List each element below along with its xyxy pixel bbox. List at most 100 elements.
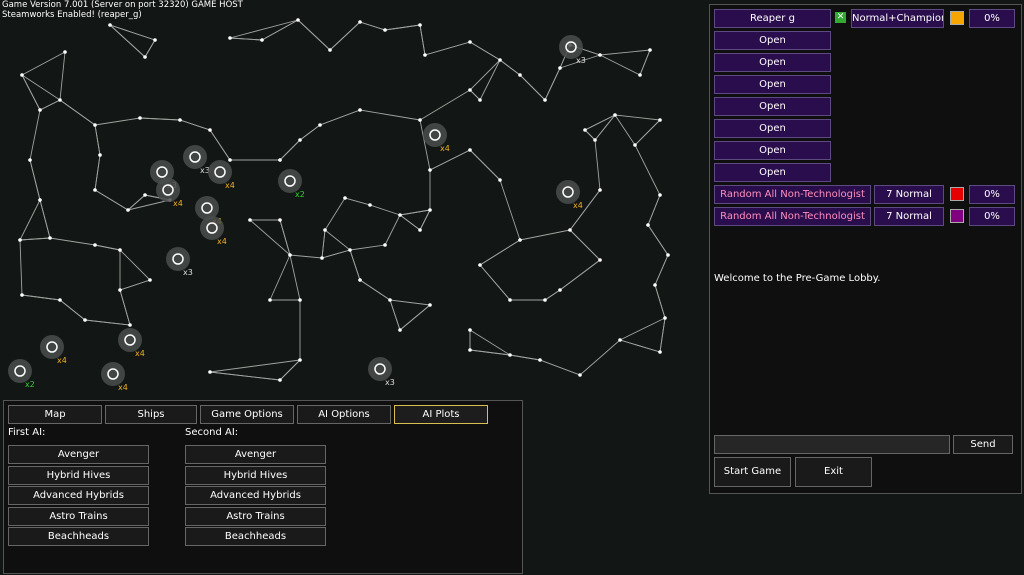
star-node[interactable] [296, 18, 300, 22]
star-node[interactable] [508, 298, 512, 302]
star-node[interactable] [428, 303, 432, 307]
star-node[interactable] [478, 98, 482, 102]
ai-slot-2-type-button[interactable]: Random All Non-Technologist [714, 207, 871, 226]
star-node[interactable] [28, 158, 32, 162]
planet-marker[interactable]: x4 [118, 328, 145, 358]
star-node[interactable] [646, 223, 650, 227]
open-slot-button[interactable]: Open [714, 97, 831, 116]
planet-marker[interactable]: x2 [278, 169, 305, 199]
star-node[interactable] [298, 138, 302, 142]
star-node[interactable] [398, 213, 402, 217]
star-node[interactable] [418, 118, 422, 122]
send-button[interactable]: Send [953, 435, 1013, 454]
second-ai-plot-advanced-hybrids[interactable]: Advanced Hybrids [185, 486, 326, 505]
ai-slot-1-handicap-button[interactable]: 0% [969, 185, 1015, 204]
star-node[interactable] [118, 288, 122, 292]
star-node[interactable] [178, 118, 182, 122]
planet-marker[interactable]: x4 [40, 335, 67, 365]
star-node[interactable] [208, 370, 212, 374]
star-node[interactable] [578, 373, 582, 377]
planet-marker[interactable]: x2 [8, 359, 35, 389]
ai-slot-1-difficulty-button[interactable]: 7 Normal [874, 185, 944, 204]
star-node[interactable] [118, 248, 122, 252]
star-node[interactable] [543, 298, 547, 302]
star-node[interactable] [348, 248, 352, 252]
ai-slot-1-type-button[interactable]: Random All Non-Technologist [714, 185, 871, 204]
open-slot-button[interactable]: Open [714, 53, 831, 72]
star-node[interactable] [328, 48, 332, 52]
star-node[interactable] [358, 278, 362, 282]
open-slot-button[interactable]: Open [714, 119, 831, 138]
planet-marker[interactable]: x4 [101, 362, 128, 392]
star-node[interactable] [343, 196, 347, 200]
star-node[interactable] [383, 243, 387, 247]
star-node[interactable] [288, 253, 292, 257]
star-node[interactable] [558, 288, 562, 292]
star-node[interactable] [278, 378, 282, 382]
star-node[interactable] [538, 358, 542, 362]
planet-marker[interactable]: x4 [208, 160, 235, 190]
star-node[interactable] [498, 58, 502, 62]
ready-checkbox[interactable]: ✕ [835, 12, 846, 23]
star-node[interactable] [568, 228, 572, 232]
star-node[interactable] [468, 148, 472, 152]
star-node[interactable] [398, 328, 402, 332]
star-node[interactable] [543, 98, 547, 102]
planet-marker[interactable]: x4 [423, 123, 450, 153]
exit-button[interactable]: Exit [795, 457, 872, 487]
star-node[interactable] [38, 198, 42, 202]
star-node[interactable] [558, 66, 562, 70]
star-node[interactable] [598, 53, 602, 57]
chat-input[interactable] [714, 435, 950, 454]
first-ai-plot-beachheads[interactable]: Beachheads [8, 527, 149, 546]
star-node[interactable] [423, 53, 427, 57]
star-node[interactable] [20, 73, 24, 77]
open-slot-button[interactable]: Open [714, 75, 831, 94]
ai-slot-2-color-swatch[interactable] [950, 209, 964, 223]
star-node[interactable] [143, 55, 147, 59]
tab-ai-plots[interactable]: AI Plots [394, 405, 488, 424]
star-node[interactable] [468, 328, 472, 332]
star-node[interactable] [663, 316, 667, 320]
star-node[interactable] [368, 203, 372, 207]
star-node[interactable] [468, 40, 472, 44]
star-node[interactable] [48, 236, 52, 240]
star-node[interactable] [428, 168, 432, 172]
star-node[interactable] [298, 298, 302, 302]
star-node[interactable] [153, 38, 157, 42]
star-node[interactable] [428, 208, 432, 212]
second-ai-plot-avenger[interactable]: Avenger [185, 445, 326, 464]
star-node[interactable] [320, 256, 324, 260]
first-ai-plot-hybrid-hives[interactable]: Hybrid Hives [8, 466, 149, 485]
star-node[interactable] [58, 298, 62, 302]
first-ai-plot-astro-trains[interactable]: Astro Trains [8, 507, 149, 526]
star-node[interactable] [383, 28, 387, 32]
first-ai-plot-advanced-hybrids[interactable]: Advanced Hybrids [8, 486, 149, 505]
star-node[interactable] [658, 350, 662, 354]
planet-marker[interactable]: x4 [156, 178, 183, 208]
tab-game-options[interactable]: Game Options [200, 405, 294, 424]
open-slot-button[interactable]: Open [714, 31, 831, 50]
tab-ai-options[interactable]: AI Options [297, 405, 391, 424]
star-node[interactable] [358, 108, 362, 112]
star-node[interactable] [228, 158, 232, 162]
star-node[interactable] [248, 218, 252, 222]
star-node[interactable] [108, 23, 112, 27]
star-node[interactable] [498, 178, 502, 182]
star-node[interactable] [418, 228, 422, 232]
start-game-button[interactable]: Start Game [714, 457, 791, 487]
star-node[interactable] [618, 338, 622, 342]
planet-marker[interactable]: x3 [166, 247, 193, 277]
star-node[interactable] [93, 188, 97, 192]
star-node[interactable] [278, 218, 282, 222]
star-node[interactable] [126, 208, 130, 212]
star-node[interactable] [518, 238, 522, 242]
star-node[interactable] [63, 50, 67, 54]
star-node[interactable] [358, 20, 362, 24]
star-node[interactable] [478, 263, 482, 267]
star-node[interactable] [278, 158, 282, 162]
star-node[interactable] [208, 128, 212, 132]
star-node[interactable] [638, 73, 642, 77]
second-ai-plot-hybrid-hives[interactable]: Hybrid Hives [185, 466, 326, 485]
planet-marker[interactable]: x4 [556, 180, 583, 210]
